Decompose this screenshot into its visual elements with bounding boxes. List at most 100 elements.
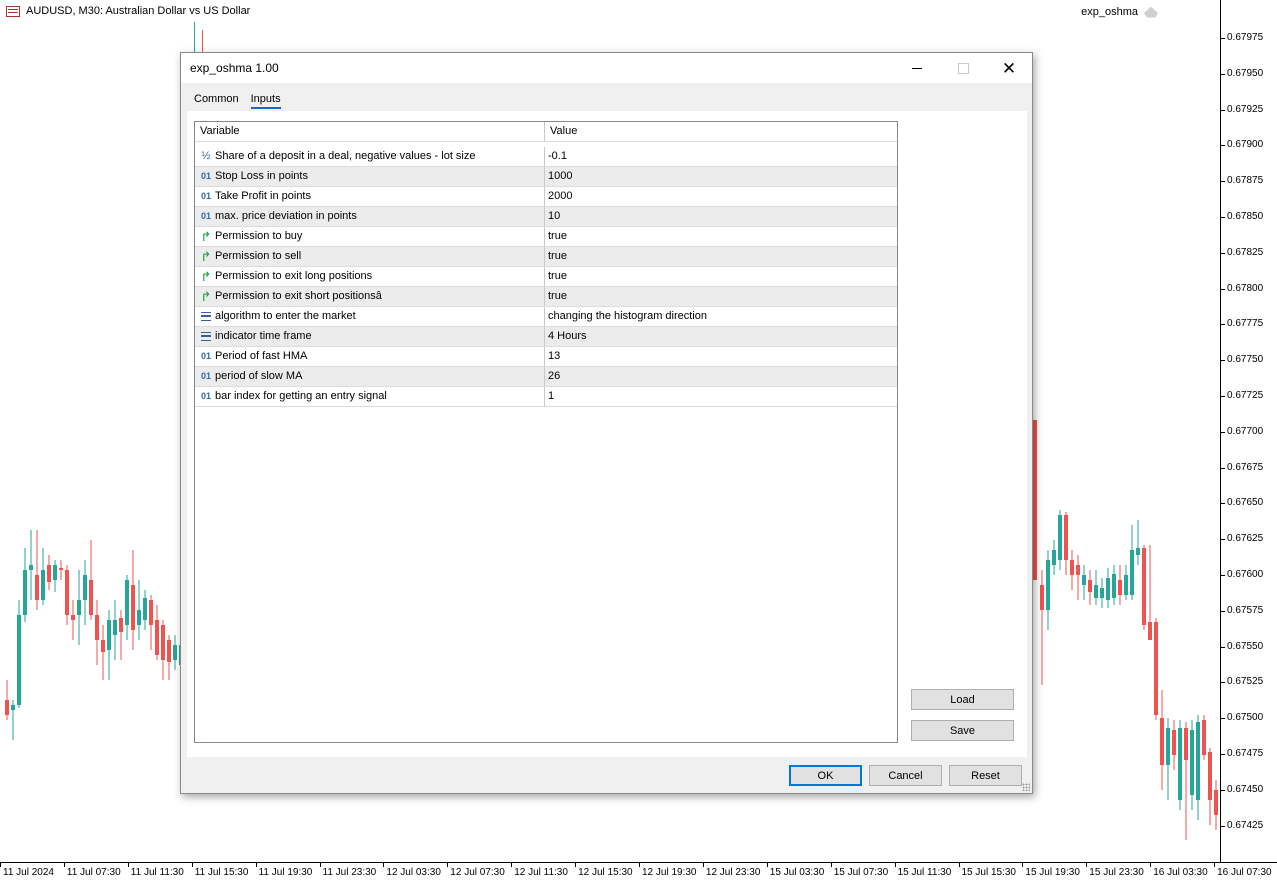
candle-body [1166, 728, 1170, 765]
table-row[interactable]: 01 Stop Loss in points 1000 [195, 167, 897, 187]
expert-hat-icon [1144, 6, 1158, 18]
variable-cell[interactable]: algorithm to enter the market [195, 307, 545, 326]
table-row[interactable]: ↱ Permission to exit long positions true [195, 267, 897, 287]
table-row[interactable]: 01 Take Profit in points 2000 [195, 187, 897, 207]
variable-cell[interactable]: 01 Period of fast HMA [195, 347, 545, 366]
reset-button[interactable]: Reset [949, 765, 1022, 786]
ok-button[interactable]: OK [789, 765, 862, 786]
resize-grip-icon[interactable] [1022, 783, 1030, 791]
table-row[interactable]: 01 Period of fast HMA 13 [195, 347, 897, 367]
table-row[interactable]: 01 max. price deviation in points 10 [195, 207, 897, 227]
variable-cell[interactable]: ½ Share of a deposit in a deal, negative … [195, 147, 545, 166]
candle-body [1190, 730, 1194, 795]
value-cell[interactable]: true [545, 227, 897, 246]
table-row[interactable]: algorithm to enter the market changing th… [195, 307, 897, 327]
candle-body [1040, 585, 1044, 610]
value-cell[interactable]: true [545, 247, 897, 266]
enum-icon [199, 307, 213, 326]
expert-label[interactable]: exp_oshma [1081, 6, 1158, 18]
variable-cell[interactable]: ↱ Permission to buy [195, 227, 545, 246]
variable-name: Permission to exit long positions [215, 270, 373, 282]
table-row[interactable]: ↱ Permission to exit short positionsâ true [195, 287, 897, 307]
variable-cell[interactable]: ↱ Permission to sell [195, 247, 545, 266]
column-header-variable[interactable]: Variable [195, 122, 545, 141]
table-row[interactable]: 01 period of slow MA 26 [195, 367, 897, 387]
table-row[interactable]: ↱ Permission to sell true [195, 247, 897, 267]
price-tick-label: 0.67525 [1220, 676, 1264, 688]
variable-cell[interactable]: 01 period of slow MA [195, 367, 545, 386]
time-tick-label: 15 Jul 11:30 [894, 863, 952, 878]
candle-body [1112, 574, 1116, 598]
variable-cell[interactable]: 01 bar index for getting an entry signal [195, 387, 545, 406]
value-cell[interactable]: 2000 [545, 187, 897, 206]
candle-body [143, 598, 147, 620]
time-tick-label: 12 Jul 19:30 [639, 863, 697, 878]
table-row[interactable]: ½ Share of a deposit in a deal, negative … [195, 147, 897, 167]
load-button[interactable]: Load [911, 689, 1014, 710]
close-button[interactable]: ✕ [986, 53, 1032, 83]
candle-body [5, 700, 9, 715]
value-cell[interactable]: 26 [545, 367, 897, 386]
candle-body [119, 618, 123, 632]
variable-name: period of slow MA [215, 370, 303, 382]
time-tick-label: 11 Jul 23:30 [319, 863, 377, 878]
candle-body [1106, 578, 1110, 600]
price-tick-label: 0.67650 [1220, 497, 1264, 509]
integer-icon: 01 [200, 391, 211, 401]
candle-body [155, 620, 159, 655]
time-tick-label: 12 Jul 23:30 [702, 863, 761, 878]
value-cell[interactable]: true [545, 267, 897, 286]
value-cell[interactable]: 13 [545, 347, 897, 366]
value-cell[interactable]: true [545, 287, 897, 306]
variable-cell[interactable]: ↱ Permission to exit short positionsâ [195, 287, 545, 306]
price-tick-label: 0.67450 [1220, 783, 1264, 795]
table-row[interactable]: indicator time frame 4 Hours [195, 327, 897, 347]
expert-properties-dialog: exp_oshma 1.00 ✕ Common Inputs Variable … [180, 52, 1033, 794]
value-cell[interactable]: 1 [545, 387, 897, 406]
candle-body [41, 570, 45, 600]
time-axis[interactable]: 11 Jul 2024 11 Jul 07:30 11 Jul 11:30 11 Ju… [0, 862, 1277, 890]
time-tick-label: 15 Jul 03:30 [766, 863, 825, 878]
variable-cell[interactable]: ↱ Permission to exit long positions [195, 267, 545, 286]
bool-arrow-icon: ↱ [200, 269, 212, 284]
price-tick-label: 0.67975 [1220, 32, 1264, 43]
candle-body [23, 570, 27, 615]
time-tick-label: 12 Jul 03:30 [383, 863, 441, 878]
column-header-value[interactable]: Value [545, 122, 897, 141]
value-cell[interactable]: changing the histogram direction [545, 307, 897, 326]
tab-inputs[interactable]: Inputs [250, 93, 281, 109]
tab-common[interactable]: Common [194, 93, 239, 109]
variable-cell[interactable]: 01 max. price deviation in points [195, 207, 545, 226]
cancel-button[interactable]: Cancel [869, 765, 942, 786]
value-cell[interactable]: 1000 [545, 167, 897, 186]
value-cell[interactable]: 10 [545, 207, 897, 226]
variable-cell[interactable]: indicator time frame [195, 327, 545, 346]
variable-cell[interactable]: 01 Take Profit in points [195, 187, 545, 206]
expert-name: exp_oshma [1081, 6, 1138, 18]
price-tick-label: 0.67950 [1220, 67, 1264, 79]
price-tick-label: 0.67825 [1220, 246, 1264, 258]
save-button[interactable]: Save [911, 720, 1014, 741]
variable-cell[interactable]: 01 Stop Loss in points [195, 167, 545, 186]
time-tick-label: 11 Jul 19:30 [255, 863, 313, 878]
variable-name: Share of a deposit in a deal, negative v… [215, 150, 476, 162]
table-row[interactable]: 01 bar index for getting an entry signal 1 [195, 387, 897, 407]
value-cell[interactable]: 4 Hours [545, 327, 897, 346]
table-row[interactable]: ↱ Permission to buy true [195, 227, 897, 247]
price-tick-label: 0.67600 [1220, 569, 1264, 580]
price-tick-label: 0.67425 [1220, 819, 1264, 831]
candle-body [1160, 718, 1164, 765]
fraction-icon: ½ [201, 150, 211, 162]
dialog-titlebar[interactable]: exp_oshma 1.00 ✕ [181, 53, 1032, 83]
candle-body [101, 640, 105, 652]
price-axis[interactable]: 0.67975 0.67950 0.67925 0.67900 0.67875 0.678… [1220, 0, 1277, 862]
time-tick-label: 11 Jul 15:30 [191, 863, 249, 878]
time-tick-label: 15 Jul 07:30 [830, 863, 889, 878]
chart-header: AUDUSD, M30: Australian Dollar vs US Dol… [6, 5, 250, 17]
candle-body [107, 620, 111, 650]
candle-body [11, 705, 15, 710]
value-cell[interactable]: -0.1 [545, 147, 897, 166]
inputs-table[interactable]: Variable Value ½ Share of a deposit in a … [194, 121, 898, 743]
minimize-button[interactable] [894, 53, 940, 83]
chart-symbol-title: AUDUSD, M30: Australian Dollar vs US Dol… [26, 5, 251, 17]
